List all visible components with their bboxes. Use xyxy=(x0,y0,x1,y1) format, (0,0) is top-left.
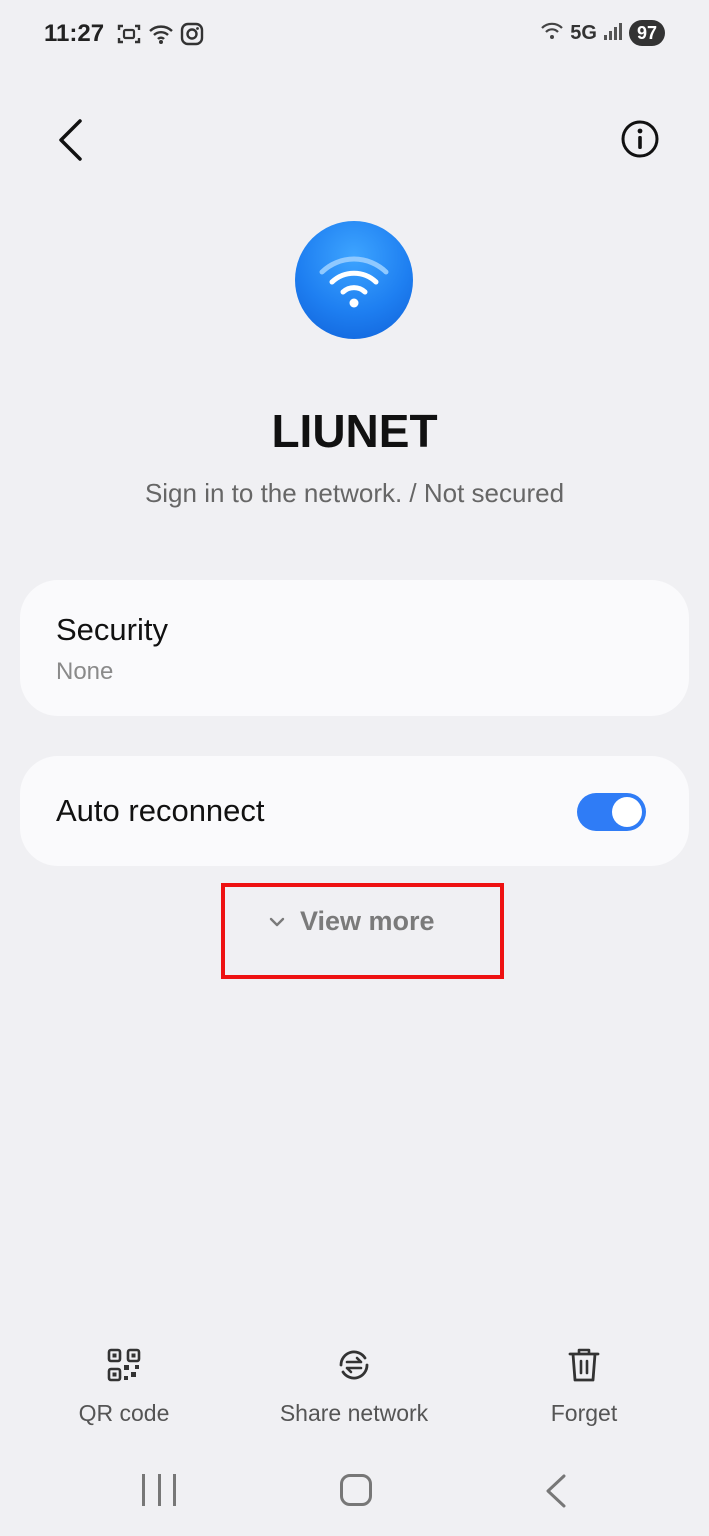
screenshot-icon xyxy=(116,22,142,51)
status-time: 11:27 xyxy=(44,20,105,47)
signal-icon xyxy=(603,21,623,46)
network-type: 5G xyxy=(570,21,597,44)
share-network-button[interactable]: Share network xyxy=(254,1344,454,1427)
network-wifi-badge xyxy=(295,221,413,339)
auto-reconnect-label: Auto reconnect xyxy=(56,793,265,828)
security-card[interactable] xyxy=(20,580,689,716)
chevron-down-icon xyxy=(269,917,285,926)
network-name: LIUNET xyxy=(271,405,438,457)
security-label: Security xyxy=(56,612,168,647)
nav-back-button[interactable] xyxy=(540,1474,574,1508)
share-network-icon xyxy=(339,1350,369,1380)
home-button[interactable] xyxy=(340,1474,372,1506)
auto-reconnect-toggle[interactable] xyxy=(577,793,646,831)
recents-bar xyxy=(173,1474,176,1506)
info-button[interactable] xyxy=(617,114,663,164)
wifi-status-icon xyxy=(148,23,174,50)
toggle-knob xyxy=(612,797,642,827)
recents-button[interactable] xyxy=(142,1474,176,1508)
qr-code-label: QR code xyxy=(78,1400,170,1426)
instagram-icon xyxy=(180,22,204,51)
share-network-label: Share network xyxy=(279,1400,429,1426)
wifi-icon xyxy=(319,256,389,308)
forget-button[interactable]: Forget xyxy=(484,1344,684,1427)
chevron-left-icon xyxy=(59,119,82,161)
nav-back-icon xyxy=(546,1474,566,1508)
qr-code-button[interactable]: QR code xyxy=(24,1344,224,1427)
view-more-button[interactable]: View more xyxy=(268,906,435,937)
qr-code-icon xyxy=(107,1348,141,1382)
back-button[interactable] xyxy=(50,112,90,168)
forget-label: Forget xyxy=(550,1400,618,1426)
recents-bar xyxy=(142,1474,145,1506)
status-icons-left xyxy=(116,22,204,51)
wifi-calling-icon xyxy=(540,21,564,46)
view-more-label: View more xyxy=(300,906,435,936)
status-right: 5G 97 xyxy=(540,20,665,46)
recents-bar xyxy=(157,1474,161,1506)
info-icon xyxy=(621,120,659,158)
security-value: None xyxy=(56,658,114,685)
network-status: Sign in to the network. / Not secured xyxy=(144,478,565,508)
battery-badge: 97 xyxy=(628,20,665,46)
trash-icon xyxy=(568,1348,600,1382)
